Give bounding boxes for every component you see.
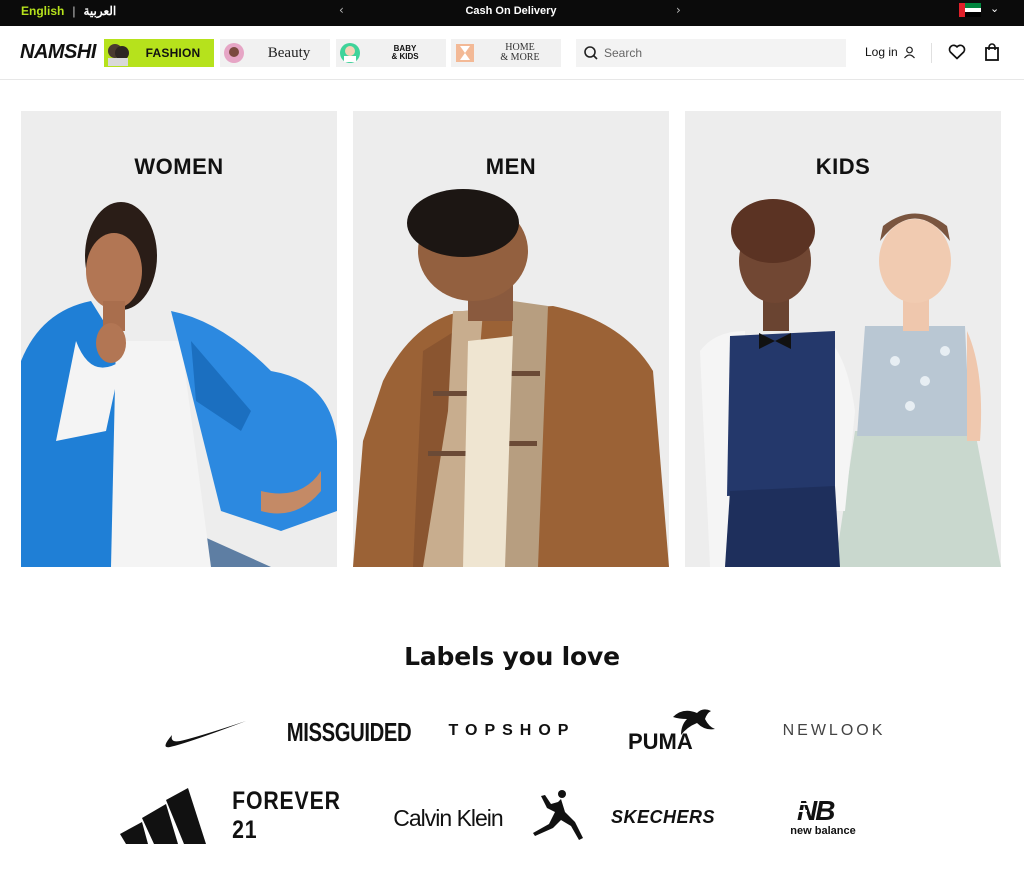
brand-forever21[interactable]: FOREVER 21 [232,787,347,844]
login-label: Log in [865,45,898,59]
search-icon [584,46,598,60]
language-switcher: English | العربية [21,4,116,18]
search-bar[interactable] [576,39,846,67]
fashion-thumbnail-icon [104,39,132,67]
tile-title-kids: KIDS [815,154,871,179]
category-tab-fashion[interactable]: FASHION [104,39,214,67]
announcement-prev-button[interactable]: ‹ [339,3,344,17]
lang-arabic[interactable]: العربية [83,4,116,18]
bag-icon[interactable] [984,43,1000,61]
lang-english[interactable]: English [21,4,64,18]
category-label-fashion: FASHION [145,46,201,60]
category-label-beauty: Beauty [267,44,311,61]
svg-text:NB: NB [797,795,835,823]
header-divider [931,43,932,63]
search-input[interactable] [604,46,834,60]
new-balance-wordmark: new balance [790,825,856,837]
namshi-logo[interactable]: NAMSHI [20,41,96,64]
brand-topshop[interactable]: TOPSHOP [436,716,588,746]
category-label-home-more: HOME & MORE [500,42,540,63]
category-tile-kids[interactable]: KIDS [685,111,1001,567]
labels-section-title: Labels you love [404,642,620,671]
new-balance-nb-icon: NB [795,795,837,823]
user-icon [903,46,915,58]
nike-swoosh-icon [164,721,246,748]
puma-logo-icon: PUMA [628,709,715,753]
lang-separator: | [72,4,76,18]
brand-jordan[interactable] [530,788,586,842]
tile-title-men: MEN [485,154,537,179]
tile-title-women: WOMEN [134,154,224,179]
brand-newlook[interactable]: NEWLOOK [766,718,902,744]
category-label-baby-kids: BABY & KIDS [391,44,419,61]
home-thumbnail-icon [451,39,479,67]
beauty-thumbnail-icon [220,39,248,67]
login-button[interactable]: Log in [865,45,916,59]
kids-thumbnail-icon [336,39,364,67]
brand-nike[interactable] [155,712,250,752]
brand-calvin-klein[interactable]: Calvin Klein [388,802,508,834]
brand-skechers[interactable]: SKECHERS [590,803,736,831]
adidas-logo-icon [120,788,206,844]
brand-puma[interactable]: PUMA [625,703,717,753]
uae-flag-icon[interactable] [959,3,981,18]
brand-new-balance[interactable]: NB new balance [782,792,864,840]
brand-missguided[interactable]: MISSGUIDED [287,712,412,752]
category-tile-women[interactable]: WOMEN [21,111,337,567]
announcement-text: Cash On Delivery [465,5,557,17]
announcement-bar: English | العربية ‹ Cash On Delivery › ⌄ [0,0,1024,26]
announcement-next-button[interactable]: › [676,3,681,17]
main-header: NAMSHI FASHION Beauty BABY & KIDS HOME &… [0,26,1024,80]
svg-text:PUMA: PUMA [628,729,693,753]
category-tile-men[interactable]: MEN [353,111,669,567]
brand-adidas[interactable] [118,788,208,844]
category-tab-home-more[interactable]: HOME & MORE [451,39,561,67]
category-tab-beauty[interactable]: Beauty [220,39,330,67]
jordan-jumpman-icon [533,790,583,840]
heart-icon[interactable] [948,44,966,60]
category-tab-baby-kids[interactable]: BABY & KIDS [336,39,446,67]
country-chevron-down-icon[interactable]: ⌄ [990,2,999,15]
